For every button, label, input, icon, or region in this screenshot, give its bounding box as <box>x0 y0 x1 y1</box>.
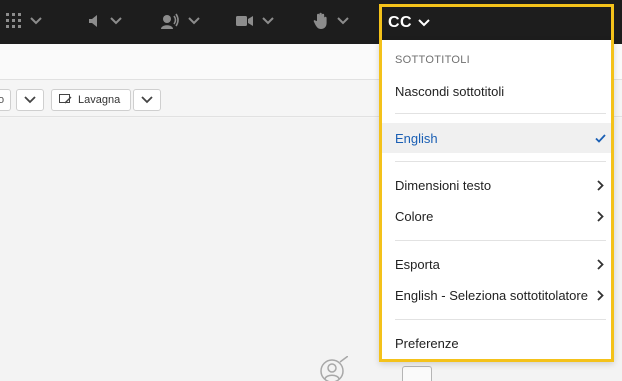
camera-icon <box>236 16 253 26</box>
apps-button[interactable] <box>6 8 42 34</box>
chevron-right-icon <box>596 289 604 301</box>
captions-menu: SOTTOTITOLI Nascondi sottotitoli English… <box>379 40 614 362</box>
chevron-down-icon <box>337 17 349 25</box>
speaker-button[interactable] <box>88 8 122 34</box>
chevron-right-icon <box>596 258 604 270</box>
pod-option-button[interactable]: o <box>0 89 11 111</box>
menu-divider <box>395 113 606 114</box>
menu-divider <box>395 161 606 162</box>
whiteboard-options-dropdown[interactable] <box>133 89 161 111</box>
pod-options-dropdown[interactable] <box>16 89 44 111</box>
camera-button[interactable] <box>236 8 274 34</box>
chevron-down-icon <box>141 96 153 104</box>
raise-hand-button[interactable] <box>313 8 349 34</box>
menu-divider <box>395 240 606 241</box>
speaker-icon <box>89 15 97 27</box>
chevron-down-icon <box>188 17 200 25</box>
user-icon <box>320 356 348 381</box>
select-captioner-label: English - Seleziona sottotitolatore <box>395 287 588 303</box>
apps-grid-icon <box>6 13 21 28</box>
cc-label: CC <box>388 14 413 31</box>
hide-captions-label: Nascondi sottotitoli <box>395 83 505 99</box>
select-captioner-item[interactable]: English - Seleziona sottotitolatore <box>382 280 611 310</box>
note-pod <box>402 366 432 381</box>
microphone-button[interactable] <box>160 8 200 34</box>
chevron-down-icon <box>24 96 36 104</box>
chevron-down-icon <box>110 17 122 25</box>
text-size-item[interactable]: Dimensioni testo <box>382 170 611 200</box>
hide-captions-item[interactable]: Nascondi sottotitoli <box>382 76 611 106</box>
chevron-down-icon <box>30 17 42 25</box>
preferences-item[interactable]: Preferenze <box>382 328 611 358</box>
export-item[interactable]: Esporta <box>382 249 611 279</box>
whiteboard-label: Lavagna <box>78 94 121 106</box>
raise-hand-icon <box>313 12 327 30</box>
closed-captions-button[interactable]: CC <box>379 4 614 40</box>
chevron-right-icon <box>596 210 604 222</box>
text-size-label: Dimensioni testo <box>395 177 492 193</box>
checkmark-icon <box>594 133 606 143</box>
whiteboard-button[interactable]: Lavagna <box>51 89 131 111</box>
pod-option-label: o <box>0 94 5 106</box>
microphone-person-icon <box>161 13 179 29</box>
chevron-down-icon <box>262 17 274 25</box>
whiteboard-icon <box>59 94 72 104</box>
preferences-label: Preferenze <box>395 335 459 351</box>
menu-divider <box>395 319 606 320</box>
menu-section-title: SOTTOTITOLI <box>395 54 471 66</box>
language-label: English <box>395 130 438 146</box>
color-label: Colore <box>395 208 434 224</box>
chevron-down-icon <box>418 19 430 27</box>
language-item-english[interactable]: English <box>382 123 611 153</box>
chevron-right-icon <box>596 179 604 191</box>
export-label: Esporta <box>395 256 440 272</box>
color-item[interactable]: Colore <box>382 201 611 231</box>
